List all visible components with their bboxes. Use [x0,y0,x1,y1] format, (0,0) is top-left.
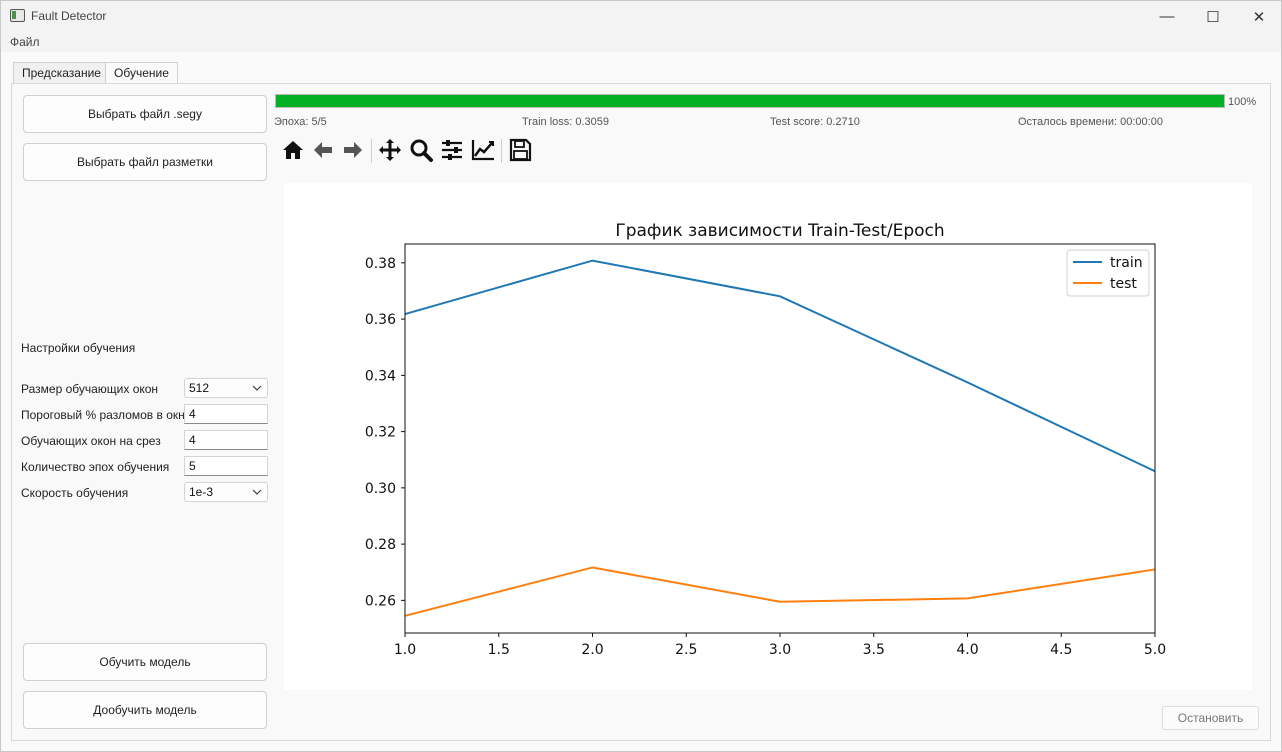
train-test-chart: График зависимости Train-Test/Epoch 1.0 1.… [365,221,1166,658]
x-tick-label: 1.5 [488,642,510,658]
epochs-label: Количество эпох обучения [21,460,170,474]
learning-rate-value: 1e-3 [189,485,214,499]
training-pane: Выбрать файл .segy Выбрать файл разметки… [11,83,1271,741]
fault-threshold-label: Пороговый % разломов в окне [21,408,192,422]
y-tick-label: 0.34 [365,368,396,384]
fault-threshold-field[interactable]: 4 [184,404,268,424]
window-size-value: 512 [189,381,210,395]
zoom-icon[interactable] [408,137,434,163]
stop-button[interactable]: Остановить [1162,706,1259,730]
settings-title: Настройки обучения [21,341,136,355]
train-model-button[interactable]: Обучить модель [23,643,267,681]
tab-training[interactable]: Обучение [105,62,178,85]
app-icon [10,9,25,22]
y-tick-label: 0.28 [365,537,396,553]
app-window: Fault Detector — ☐ ✕ Файл Предсказание О… [0,0,1282,752]
x-tick-label: 5.0 [1144,642,1166,658]
plot-frame [404,243,1156,634]
legend-label-test: test [1110,276,1137,292]
toolbar-separator [371,139,372,163]
y-tick-label: 0.36 [365,312,396,328]
y-tick-label: 0.32 [365,425,396,441]
x-tick-label: 2.0 [581,642,603,658]
window-size-select[interactable]: 512 [184,378,268,398]
windows-per-slice-label: Обучающих окон на срез [21,434,161,448]
x-tick-label: 4.0 [956,642,978,658]
x-tick-label: 3.5 [863,642,885,658]
training-progress-bar [275,94,1225,108]
test-score-status: Test score: 0.2710 [770,116,860,128]
save-icon[interactable] [507,137,533,163]
select-markup-button[interactable]: Выбрать файл разметки [23,143,267,181]
chart-title: График зависимости Train-Test/Epoch [615,221,944,241]
legend-label-train: train [1110,255,1143,271]
epoch-status: Эпоха: 5/5 [274,116,327,128]
tab-prediction[interactable]: Предсказание [13,62,110,84]
close-icon[interactable]: ✕ [1236,1,1282,32]
train-loss-status: Train loss: 0.3059 [522,116,610,128]
time-left-status: Осталось времени: 00:00:00 [1018,116,1163,128]
forward-arrow-icon[interactable] [340,137,366,163]
chevron-down-icon [252,489,262,495]
title-bar[interactable]: Fault Detector — ☐ ✕ [1,1,1281,32]
series-line-test [404,566,1156,617]
learning-rate-select[interactable]: 1e-3 [184,482,268,502]
back-arrow-icon[interactable] [310,137,336,163]
plot-canvas[interactable]: График зависимости Train-Test/Epoch 1.0 1.… [284,183,1252,690]
x-tick-label: 1.0 [394,642,416,658]
menu-bar: Файл [1,32,1281,52]
minimize-icon[interactable]: — [1144,1,1190,32]
chevron-down-icon [252,385,262,391]
select-segy-button[interactable]: Выбрать файл .segy [23,95,267,133]
window-size-label: Размер обучающих окон [21,382,159,396]
menu-file[interactable]: Файл [10,35,40,49]
x-tick-label: 4.5 [1050,642,1072,658]
x-tick-label: 3.0 [769,642,791,658]
windows-per-slice-field[interactable]: 4 [184,430,268,450]
y-tick-label: 0.38 [365,256,396,272]
home-icon[interactable] [280,137,306,163]
configure-subplots-icon[interactable] [439,137,465,163]
x-tick-label: 2.5 [675,642,697,658]
series-line-train [404,259,1156,473]
edit-axis-icon[interactable] [470,137,496,163]
epochs-field[interactable]: 5 [184,456,268,476]
main-content: Предсказание Обучение Выбрать файл .segy… [1,52,1281,751]
learning-rate-label: Скорость обучения [21,486,129,500]
toolbar-separator [501,139,502,163]
finetune-model-button[interactable]: Дообучить модель [23,691,267,729]
pan-icon[interactable] [377,137,403,163]
y-tick-label: 0.26 [365,593,396,609]
window-title: Fault Detector [31,9,107,23]
progress-percent: 100% [1228,96,1257,108]
y-tick-label: 0.30 [365,481,396,497]
maximize-icon[interactable]: ☐ [1190,1,1236,32]
progress-fill [276,95,1224,107]
